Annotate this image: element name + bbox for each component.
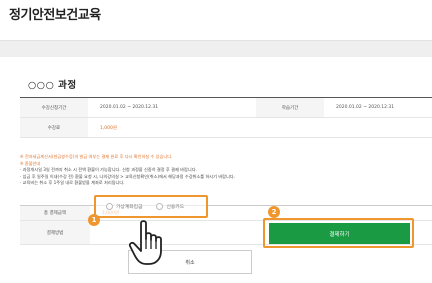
course-info-table: 수강신청기간 2020.01.02 ~ 2020.12.31 학습기간 2020…: [20, 97, 432, 138]
fee-label: 수강료: [20, 118, 88, 137]
refund-notes: ※ 전자세금계산서(현금영수증)의 발급 여부는 결제 완료 후 다시 확인하실…: [20, 154, 290, 187]
course-title: ○○○ 과정: [28, 80, 77, 91]
radio-credit-card-label: 신용카드: [166, 205, 185, 210]
table-row: 수강신청기간 2020.01.02 ~ 2020.12.31 학습기간 2020…: [20, 98, 432, 118]
payment-method-options: 가상계좌입금 신용카드: [94, 195, 208, 218]
hand-pointer-icon: [128, 220, 162, 265]
notes-warning: ※ 전자세금계산서(현금영수증)의 발급 여부는 결제 완료 후 다시 확인하실…: [20, 154, 173, 159]
notes-line: · 교육비는 취소 후 1주일 내로 환불받을 계좌로 처리됩니다.: [20, 180, 125, 186]
header-divider-band: [0, 40, 432, 57]
pay-button[interactable]: 결제하기: [269, 223, 410, 244]
step-two-badge: 2: [268, 206, 280, 218]
page-title: 정기안전보건교육: [9, 8, 101, 23]
radio-circle-icon[interactable]: [106, 203, 113, 210]
application-period-label: 수강신청기간: [20, 98, 88, 117]
radio-virtual-account-label: 가상계좌입금: [116, 205, 143, 210]
payment-method-label: 결제방법: [20, 221, 90, 244]
radio-virtual-account[interactable]: 가상계좌입금: [106, 203, 142, 210]
study-period-label: 학습기간: [256, 98, 324, 117]
radio-circle-icon[interactable]: [156, 203, 164, 210]
step-one-badge: 1: [88, 214, 100, 226]
fee-value: 1,000원: [100, 125, 118, 131]
table-row: 수강료 1,000원: [20, 118, 432, 138]
radio-credit-card[interactable]: 신용카드: [156, 203, 184, 210]
study-period-value: 2020.01.02 ~ 2020.12.31: [336, 105, 395, 110]
notes-line: · 과정개시일 3일 전까지 취소 시 전액 환불이 가능합니다. 신청 과정을…: [20, 167, 197, 173]
page-header: 정기안전보건교육: [0, 0, 432, 34]
application-period-value: 2020.01.02 ~ 2020.12.31: [100, 105, 159, 110]
total-amount-label: 총 결제금액: [20, 206, 90, 220]
